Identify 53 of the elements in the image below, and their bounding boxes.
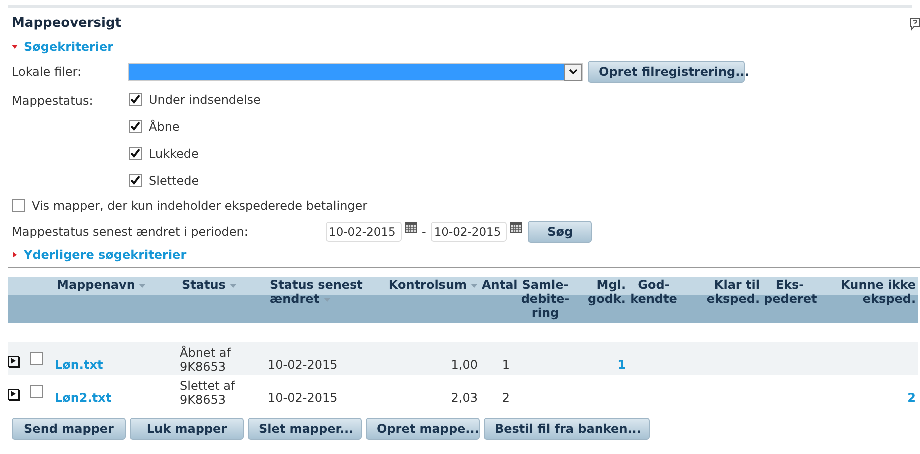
field-label: Mappestatus senest ændret i perioden: (12, 224, 250, 241)
column-header: Klar til eksped. (680, 277, 762, 323)
column-header: God- kendte (628, 277, 680, 323)
button[interactable]: Luk mapper (130, 418, 244, 440)
calendar-icon[interactable] (405, 222, 417, 233)
checkbox[interactable] (129, 120, 142, 133)
date-field[interactable]: 10-02-2015 (431, 222, 508, 242)
checkbox[interactable] (129, 147, 142, 160)
table-cell: 10-02-2015 (268, 342, 382, 375)
column-header[interactable]: Mappenavn (55, 277, 180, 323)
checkbox[interactable] (129, 93, 142, 106)
column-header: Eks- pederet (762, 277, 818, 323)
checkbox[interactable] (30, 385, 43, 398)
field-label: Lokale filer: (12, 64, 82, 81)
column-header: Kunne ikke eksped. (818, 277, 918, 323)
select-field[interactable] (128, 63, 583, 81)
chevron-down-icon[interactable] (564, 64, 582, 80)
column-header: Antal (480, 277, 518, 323)
checkbox[interactable] (12, 199, 25, 212)
checkbox-label: Lukkede (149, 146, 199, 162)
button[interactable]: Opret mappe... (366, 418, 480, 440)
field-label: Mappestatus: (12, 93, 94, 107)
checkbox[interactable] (129, 174, 142, 187)
checkbox-label: Under indsendelse (149, 92, 261, 108)
column-header: Samle- debite- ring (518, 277, 573, 323)
table-cell: 2,03 (382, 375, 480, 408)
table-cell: 1 (480, 342, 518, 375)
caret-right-icon[interactable] (12, 252, 18, 258)
table-cell: 2 (480, 375, 518, 408)
checkbox-label: Åbne (149, 118, 180, 136)
checkbox-label: Vis mapper, der kun indeholder ekspederede betalinger (32, 198, 368, 214)
table-cell: 10-02-2015 (268, 375, 382, 408)
calendar-icon[interactable] (510, 222, 522, 233)
date-field[interactable]: 10-02-2015 (326, 222, 402, 242)
column-header[interactable]: Kontrolsum (382, 277, 480, 323)
button[interactable]: Søg (528, 221, 592, 243)
button[interactable]: Send mapper (12, 418, 126, 440)
button[interactable]: Slet mapper... (248, 418, 362, 440)
expand-icon[interactable] (8, 388, 19, 400)
button[interactable]: Bestil fil fra banken... (484, 418, 650, 440)
help-icon[interactable] (910, 18, 920, 30)
table-cell: 1,00 (382, 342, 480, 375)
date-separator: - (422, 224, 426, 241)
table-cell: Slettet af 9K8653 (180, 375, 268, 408)
page-title: Mappeoversigt (12, 15, 122, 34)
column-header[interactable]: Status (180, 277, 268, 323)
caret-down-icon[interactable] (12, 44, 18, 50)
expand-icon[interactable] (8, 356, 19, 366)
table-cell: Åbnet af 9K8653 (180, 342, 268, 375)
checkbox[interactable] (30, 352, 43, 365)
column-header[interactable]: Status senest ændret (268, 277, 382, 323)
column-header: Mgl. godk. (573, 277, 628, 323)
checkbox-label: Slettede (149, 172, 200, 190)
